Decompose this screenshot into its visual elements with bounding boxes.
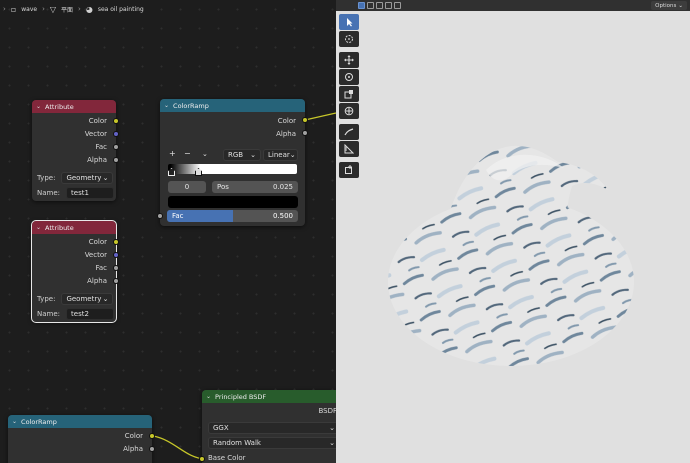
output-color: Color <box>88 116 107 125</box>
output-alpha: Alpha <box>87 155 107 164</box>
name-field[interactable]: test2 <box>66 308 115 320</box>
output-color: Color <box>88 237 107 246</box>
type-label: Type: <box>37 174 56 182</box>
chevron-down-icon[interactable]: ⌄ <box>206 393 211 400</box>
node-title: ColorRamp <box>173 101 209 110</box>
socket-alpha[interactable] <box>302 130 308 136</box>
socket-fac[interactable] <box>113 144 119 150</box>
3d-viewport[interactable]: Options ⌄ <box>336 0 690 463</box>
socket-color[interactable] <box>302 117 308 123</box>
node-header[interactable]: ⌄ Attribute <box>32 221 116 234</box>
chevron-down-icon: ⌄ <box>289 151 296 159</box>
name-label: Name: <box>37 189 61 197</box>
attribute-node-1[interactable]: ⌄ Attribute Color Vector Fac Alpha Type:… <box>32 100 119 201</box>
position-field[interactable]: Pos 0.025 <box>212 181 298 193</box>
fac-slider[interactable]: Fac 0.500 <box>167 210 298 222</box>
add-stop-button[interactable]: + <box>169 149 184 158</box>
wave-object[interactable] <box>336 0 690 463</box>
chevron-down-icon[interactable]: ⌄ <box>202 150 222 158</box>
node-title: Attribute <box>45 223 74 232</box>
socket-alpha[interactable] <box>113 278 119 284</box>
input-base-color: Base Color <box>208 454 246 462</box>
socket-vector[interactable] <box>113 252 119 258</box>
socket-base-color[interactable] <box>199 456 205 462</box>
chevron-down-icon: ⌄ <box>329 439 335 447</box>
remove-stop-button[interactable]: − <box>184 149 202 158</box>
type-row: Type: Geometry ⌄ <box>37 172 114 184</box>
color-mode-dropdown[interactable]: RGB ⌄ <box>223 149 261 161</box>
node-editor[interactable]: › ▫ wave › ▽ 平面 › ◕ sea oil painting ⌄ A… <box>0 0 336 463</box>
node-header[interactable]: ⌄ ColorRamp <box>160 99 305 112</box>
output-bsdf: BSDF <box>318 406 336 415</box>
output-alpha: Alpha <box>87 276 107 285</box>
name-row: Name: test1 <box>37 187 115 199</box>
socket-alpha[interactable] <box>149 446 155 452</box>
socket-color[interactable] <box>149 433 155 439</box>
stop-index-field[interactable]: 0 <box>168 181 206 193</box>
node-title: Principled BSDF <box>215 392 267 401</box>
type-label: Type: <box>37 295 56 303</box>
node-header[interactable]: ⌄ Principled BSDF <box>202 390 336 403</box>
node-title: Attribute <box>45 102 74 111</box>
principled-bsdf-node[interactable]: ⌄ Principled BSDF BSDF GGX ⌄ Random Walk ⌄… <box>199 390 336 463</box>
colorramp-node-2[interactable]: ⌄ ColorRamp Color Alpha <box>8 415 155 463</box>
ramp-toolbar: + − ⌄ <box>169 149 222 158</box>
type-dropdown[interactable]: Geometry ⌄ <box>61 172 114 184</box>
socket-color[interactable] <box>113 118 119 124</box>
chevron-down-icon: ⌄ <box>329 424 335 432</box>
link-color-to-basecolor <box>152 435 206 460</box>
attribute-node-2[interactable]: ⌄ Attribute Color Vector Fac Alpha Type:… <box>31 220 119 323</box>
type-row: Type: Geometry ⌄ <box>37 293 114 305</box>
socket-vector[interactable] <box>113 131 119 137</box>
node-title: ColorRamp <box>21 417 57 426</box>
node-header[interactable]: ⌄ ColorRamp <box>8 415 152 428</box>
output-color: Color <box>277 116 296 125</box>
name-field[interactable]: test1 <box>66 187 115 199</box>
socket-alpha[interactable] <box>113 157 119 163</box>
name-row: Name: test2 <box>37 308 115 320</box>
socket-color[interactable] <box>113 239 119 245</box>
chevron-down-icon: ⌄ <box>102 174 109 182</box>
type-dropdown[interactable]: Geometry ⌄ <box>61 293 114 305</box>
node-header[interactable]: ⌄ Attribute <box>32 100 116 113</box>
link-colorramp-out <box>304 112 336 121</box>
output-alpha: Alpha <box>276 129 296 138</box>
chevron-down-icon: ⌄ <box>250 151 256 159</box>
color-ramp-gradient[interactable] <box>168 164 297 174</box>
subsurface-method-dropdown[interactable]: Random Walk ⌄ <box>208 437 336 449</box>
chevron-down-icon[interactable]: ⌄ <box>36 103 41 110</box>
distribution-dropdown[interactable]: GGX ⌄ <box>208 422 336 434</box>
chevron-down-icon: ⌄ <box>102 295 109 303</box>
output-alpha: Alpha <box>123 444 143 453</box>
name-label: Name: <box>37 310 61 318</box>
stop-color-swatch[interactable] <box>168 196 298 208</box>
output-vector: Vector <box>84 250 107 259</box>
chevron-down-icon[interactable]: ⌄ <box>164 102 169 109</box>
colorramp-node-1[interactable]: ⌄ ColorRamp Color Alpha + − ⌄ RGB ⌄ Linea… <box>157 99 308 226</box>
interpolation-dropdown[interactable]: Linear ⌄ <box>263 149 298 161</box>
socket-fac[interactable] <box>113 265 119 271</box>
chevron-down-icon[interactable]: ⌄ <box>12 418 17 425</box>
output-color: Color <box>124 431 143 440</box>
socket-fac-input[interactable] <box>157 213 163 219</box>
output-vector: Vector <box>84 129 107 138</box>
chevron-down-icon[interactable]: ⌄ <box>36 224 41 231</box>
